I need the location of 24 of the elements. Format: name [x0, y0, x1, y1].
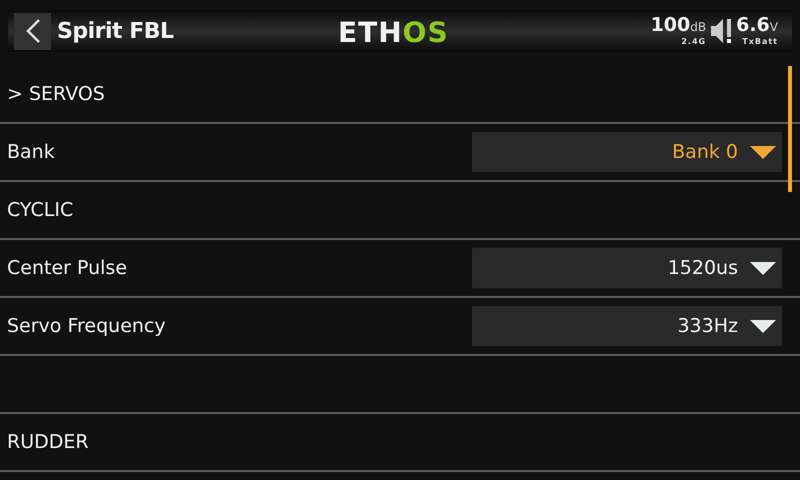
logo-text: OS	[402, 16, 449, 49]
battery-label: TxBatt	[742, 37, 778, 47]
dropdown[interactable]: 1520us	[472, 248, 782, 288]
dropdown[interactable]: 333Hz	[472, 306, 782, 346]
caret-icon	[750, 146, 776, 158]
band-label: 2.4G	[681, 37, 706, 47]
chevron-left-icon	[24, 18, 42, 44]
field-label: Center Pulse	[7, 257, 128, 279]
caret-icon	[750, 262, 776, 274]
battery-voltage: 6.6	[736, 15, 770, 35]
section-heading: > SERVOS	[7, 83, 105, 105]
model-title: Spirit FBL	[57, 18, 174, 44]
section-heading: RUDDER	[7, 431, 89, 453]
field-label: Bank	[7, 141, 55, 163]
dropdown[interactable]: Bank 0	[472, 132, 782, 172]
section-heading: CYCLIC	[7, 199, 74, 221]
rssi-unit: dB	[690, 19, 706, 36]
field-label: Servo Frequency	[7, 315, 166, 337]
voltage-unit: V	[770, 19, 778, 36]
caret-icon	[750, 320, 776, 332]
rssi-value: 100	[650, 15, 690, 35]
back-button[interactable]	[14, 12, 51, 50]
speaker-icon	[710, 18, 732, 44]
logo-text: ETH	[338, 16, 403, 49]
